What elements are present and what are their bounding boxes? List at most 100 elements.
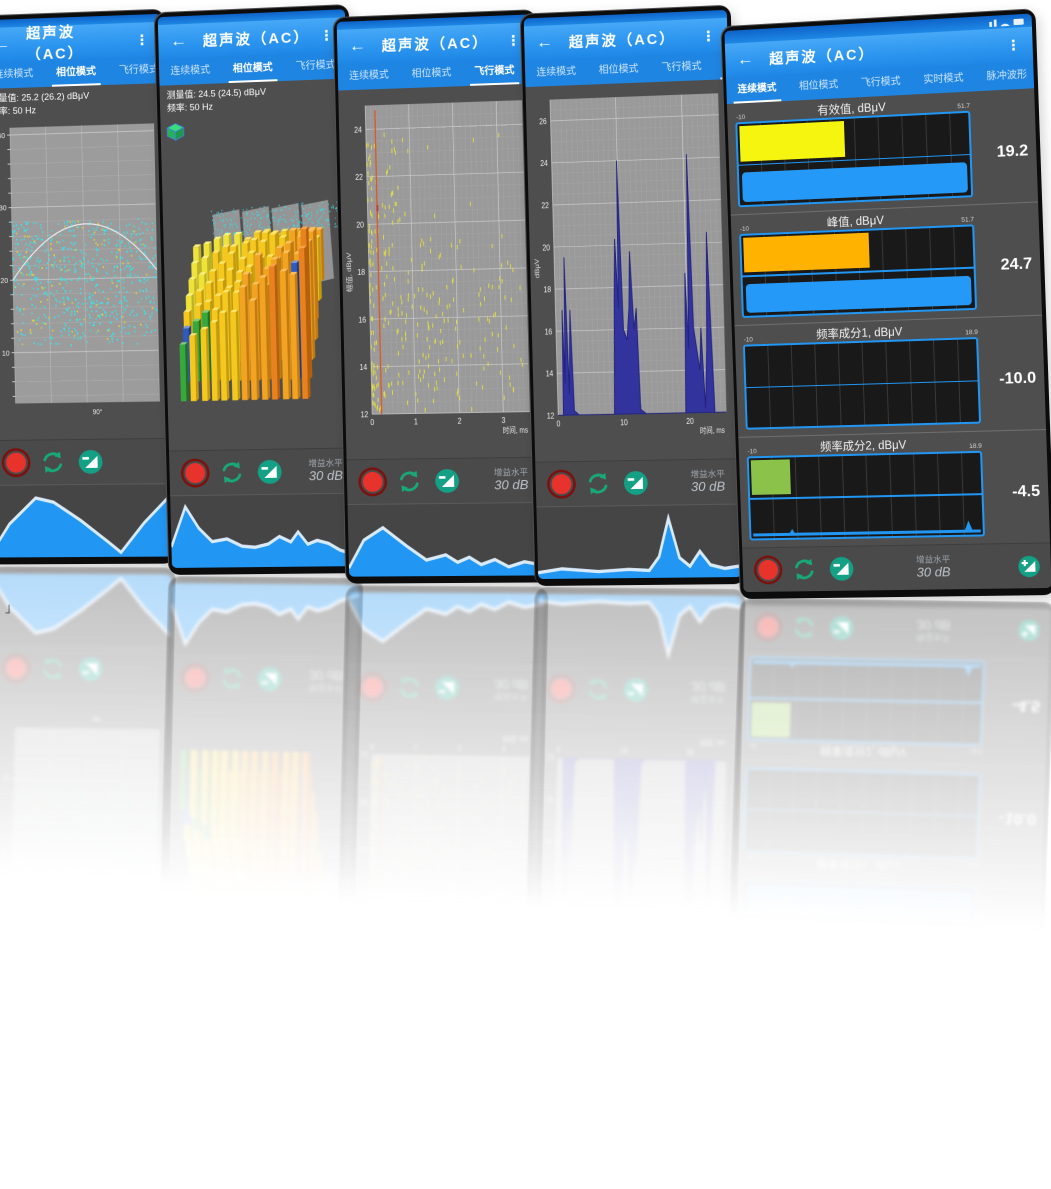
back-button[interactable]: ← <box>170 31 187 52</box>
history-wave-panel <box>348 502 545 577</box>
svg-text:时间, ms: 时间, ms <box>503 734 529 744</box>
svg-text:时间, ms: 时间, ms <box>700 737 726 747</box>
tab-flight-mode[interactable]: 飞行模式 <box>849 67 912 97</box>
refresh-button[interactable] <box>585 470 611 496</box>
tab-continuous-mode[interactable]: 连续模式 <box>726 74 788 104</box>
app-title: 超声波（AC） <box>203 26 304 51</box>
tab-continuous-mode[interactable]: 连续模式 <box>0 60 45 89</box>
svg-text:幅值, dBμV: 幅值, dBμV <box>345 252 354 292</box>
history-wave-chart <box>536 505 741 579</box>
svg-text:12: 12 <box>547 752 555 762</box>
svg-text:dBμV: dBμV <box>533 895 541 915</box>
svg-text:时间, ms: 时间, ms <box>700 425 726 435</box>
bottom-toolbar: 增益水平 30 dB <box>742 542 1051 592</box>
svg-text:dBμV: dBμV <box>533 258 541 278</box>
time-of-flight-chart[interactable]: 012324222018161412时间, ms幅值, dBμV <box>339 88 538 458</box>
tab-continuous-mode[interactable]: 连续模式 <box>159 56 222 85</box>
phone-phase-3d: ← 超声波（AC） ⋮ 连续模式 相位模式 飞行模式 实时模式 脉冲波形 测量值… <box>160 8 356 574</box>
history-wave-panel <box>170 493 359 568</box>
gain-decrease-button[interactable] <box>623 470 650 496</box>
svg-text:16: 16 <box>358 315 366 325</box>
gain-decrease-button[interactable] <box>828 556 855 582</box>
gauge-freq-component-2: -10 频率成分2, dBμV 18.9 -4.5 <box>738 428 1050 547</box>
svg-text:24: 24 <box>540 158 548 168</box>
overflow-menu-icon[interactable]: ⋮ <box>701 27 716 45</box>
svg-text:14: 14 <box>546 794 554 804</box>
back-button[interactable]: ← <box>737 49 754 70</box>
tab-continuous-mode[interactable]: 连续模式 <box>338 61 401 90</box>
tab-realtime-mode[interactable]: 实时模式 <box>912 64 976 94</box>
record-button[interactable] <box>361 470 385 494</box>
record-button[interactable] <box>183 461 207 485</box>
svg-text:10: 10 <box>620 417 628 427</box>
overflow-menu-icon[interactable]: ⋮ <box>319 26 334 44</box>
svg-text:26: 26 <box>539 1047 547 1057</box>
phone-phase-scatter: ← 超声波（AC） ⋮ 连续模式 相位模式 飞行模式 实时模式 脉冲波形 测量值… <box>0 12 170 564</box>
record-button[interactable] <box>4 451 28 475</box>
svg-text:22: 22 <box>541 962 549 972</box>
svg-text:幅值, dBμV: 幅值, dBμV <box>345 877 354 917</box>
svg-text:40: 40 <box>0 991 5 1001</box>
tab-flight-mode[interactable]: 飞行模式 <box>650 53 714 83</box>
overflow-menu-icon[interactable]: ⋮ <box>506 31 520 49</box>
refresh-button[interactable] <box>791 556 817 582</box>
svg-text:24: 24 <box>354 125 362 135</box>
svg-text:20: 20 <box>0 846 8 856</box>
realtime-line-chart[interactable]: 010202624222018161412时间, msdBμV <box>527 83 736 460</box>
tab-continuous-mode[interactable]: 连续模式 <box>525 58 588 87</box>
tab-phase-mode[interactable]: 相位模式 <box>44 58 107 87</box>
history-wave-chart <box>348 503 545 577</box>
gain-increase-button[interactable] <box>1017 554 1041 578</box>
svg-text:14: 14 <box>546 369 554 379</box>
tab-flight-mode[interactable]: 飞行模式 <box>463 57 527 86</box>
svg-text:0: 0 <box>370 417 375 427</box>
overflow-menu-icon[interactable]: ⋮ <box>1006 36 1021 54</box>
back-button[interactable]: ← <box>536 32 553 53</box>
gain-decrease-button[interactable] <box>256 459 283 485</box>
svg-text:18: 18 <box>357 267 365 277</box>
svg-text:22: 22 <box>355 987 363 997</box>
svg-text:0: 0 <box>556 744 560 754</box>
bottom-toolbar: 增益水平 30 dB <box>0 438 170 485</box>
3d-view-toggle-icon[interactable] <box>165 122 185 143</box>
tab-phase-mode[interactable]: 相位模式 <box>400 59 463 88</box>
svg-text:12: 12 <box>360 749 368 759</box>
record-button[interactable] <box>549 472 573 496</box>
svg-text:24: 24 <box>354 1034 362 1044</box>
gauge-value: 19.2 <box>977 142 1028 162</box>
gauge-value: 24.7 <box>981 256 1032 276</box>
phase-scatter-chart[interactable]: 4030201090°幅值, dBμV <box>0 115 166 440</box>
stray-bracket-glyph: 」 <box>5 597 18 616</box>
gauge-bar <box>743 337 981 429</box>
gauge-max-label: 18.9 <box>969 442 982 449</box>
gauge-bar <box>739 224 977 318</box>
history-wave-chart <box>170 494 359 568</box>
gauge-list: -10 有效值, dBμV 51.7 19.2 -10 峰值, dBμV 51.… <box>727 88 1050 547</box>
refresh-button[interactable] <box>40 449 66 475</box>
record-button[interactable] <box>756 558 780 582</box>
overflow-menu-icon[interactable]: ⋮ <box>135 31 149 49</box>
svg-text:18: 18 <box>543 285 551 295</box>
tab-phase-mode[interactable]: 相位模式 <box>787 71 850 101</box>
gauge-value: -4.5 <box>989 483 1040 502</box>
refresh-button[interactable] <box>396 468 422 494</box>
tab-pulse-waveform[interactable]: 脉冲波形 <box>975 61 1040 92</box>
history-wave-chart <box>0 484 172 557</box>
svg-text:30: 30 <box>0 203 7 213</box>
tab-phase-mode[interactable]: 相位模式 <box>221 54 284 83</box>
svg-text:20: 20 <box>356 220 364 230</box>
back-button[interactable]: ← <box>0 34 11 54</box>
refresh-button[interactable] <box>219 459 245 485</box>
tab-phase-mode[interactable]: 相位模式 <box>587 55 650 84</box>
svg-text:1: 1 <box>414 417 418 427</box>
gain-level-display: 增益水平 30 dB <box>690 468 729 496</box>
gain-decrease-button[interactable] <box>434 468 461 494</box>
svg-text:2: 2 <box>457 416 461 426</box>
svg-text:1: 1 <box>414 742 418 752</box>
svg-text:14: 14 <box>359 362 368 372</box>
back-button[interactable]: ← <box>349 36 366 57</box>
gain-decrease-button[interactable] <box>77 449 103 475</box>
svg-text:2: 2 <box>457 743 461 753</box>
phase-3d-bar-chart[interactable] <box>161 110 353 450</box>
bottom-toolbar: 增益水平 30 dB <box>535 458 739 506</box>
